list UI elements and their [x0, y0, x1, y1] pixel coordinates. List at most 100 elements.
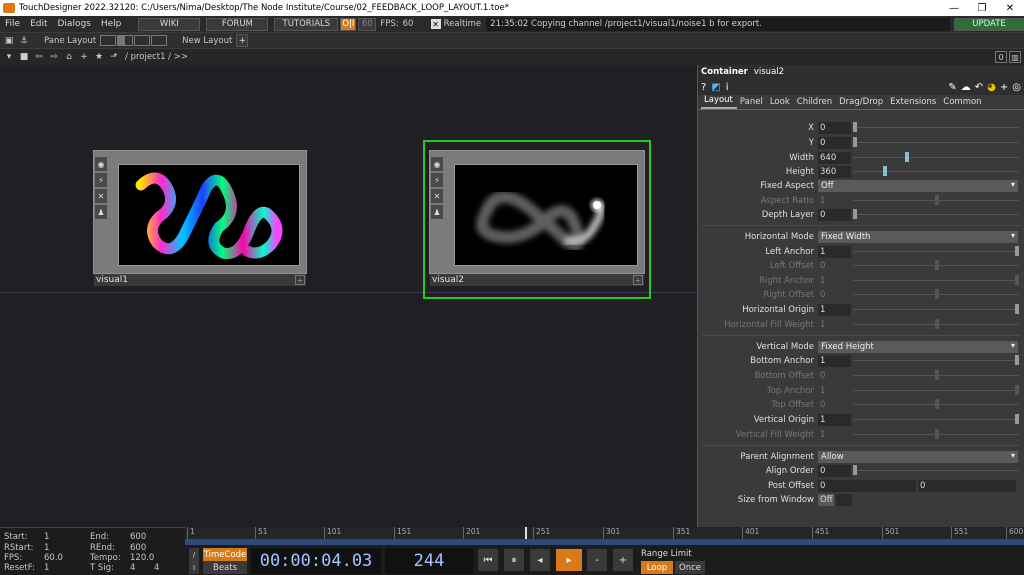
param-vertical-fill-weight[interactable]: Vertical Fill Weight 1 — [698, 428, 1024, 441]
edit-icon[interactable]: ✎ — [948, 82, 956, 93]
timecode-button[interactable]: TimeCode — [203, 548, 247, 561]
wiki-button[interactable]: WIKI — [138, 17, 201, 31]
bypass-icon[interactable]: ⚡ — [95, 173, 107, 187]
maximize-button[interactable]: ❐ — [968, 0, 996, 16]
param-slider[interactable] — [853, 260, 1019, 270]
param-width[interactable]: Width 640 — [698, 151, 1024, 164]
split-pane-icon[interactable]: ▥ — [1009, 51, 1021, 63]
add-icon[interactable]: + — [78, 51, 90, 63]
tab-extensions[interactable]: Extensions — [887, 97, 940, 109]
range-end-value[interactable]: 600 — [130, 532, 146, 542]
param-horizontal-origin[interactable]: Horizontal Origin 1 — [698, 303, 1024, 316]
viewer-icon[interactable]: ▣ — [3, 35, 15, 47]
param-size-from-window[interactable]: Size from Window Off — [698, 493, 1024, 506]
network-path[interactable]: / project1 / >> — [125, 52, 188, 62]
node-visual1[interactable]: ◉ ⚡ ✕ ♟ visual1 + — [93, 150, 307, 286]
param-slider[interactable] — [853, 304, 1019, 314]
param-slider[interactable] — [853, 209, 1019, 219]
layout-single-button[interactable] — [100, 35, 117, 46]
range-resetf-value[interactable]: 1 — [44, 563, 49, 573]
param-menu[interactable]: Fixed Width — [818, 230, 1018, 243]
update-button[interactable]: UPDATE — [954, 17, 1024, 31]
param-value[interactable]: 640 — [818, 151, 851, 164]
fps-cap[interactable]: 60 — [358, 17, 377, 31]
timecode-display[interactable]: 00:00:04.03 — [251, 548, 381, 574]
star-icon[interactable]: ★ — [93, 51, 105, 63]
param-horizontal-mode[interactable]: Horizontal Mode Fixed Width — [698, 230, 1024, 243]
layout-grid-button[interactable] — [151, 35, 168, 46]
python-icon[interactable]: ◕ — [987, 82, 996, 93]
param-value[interactable]: 0 — [818, 464, 851, 477]
play-reverse-icon[interactable]: ◂ — [530, 549, 550, 571]
lock-icon[interactable]: ♟ — [431, 205, 443, 219]
param-value[interactable]: 0 — [818, 479, 916, 492]
tab-panel[interactable]: Panel — [737, 97, 767, 109]
oi-button[interactable]: O|I — [340, 17, 357, 31]
target-icon[interactable]: ◎ — [1012, 82, 1021, 93]
viewer-toggle-icon[interactable]: ◉ — [431, 157, 443, 171]
range-start-value[interactable]: 1 — [44, 532, 49, 542]
param-slider[interactable] — [853, 137, 1019, 147]
menu-help[interactable]: Help — [96, 19, 127, 29]
range-tempo-value[interactable]: 120.0 — [130, 553, 154, 563]
param-vertical-origin[interactable]: Vertical Origin 1 — [698, 413, 1024, 426]
op-name[interactable]: visual2 — [754, 67, 784, 77]
range-tsig-value-2[interactable]: 4 — [154, 563, 159, 573]
param-slider[interactable] — [853, 429, 1019, 439]
range-rend-value[interactable]: 600 — [130, 543, 146, 553]
beats-button[interactable]: Beats — [203, 561, 247, 574]
param-aspect-ratio[interactable]: Aspect Ratio 1 — [698, 194, 1024, 207]
param-slider[interactable] — [853, 246, 1019, 256]
param-slider[interactable] — [853, 465, 1019, 475]
param-right-offset[interactable]: Right Offset 0 — [698, 288, 1024, 301]
param-align-order[interactable]: Align Order 0 — [698, 464, 1024, 477]
param-value[interactable]: 0 — [818, 260, 851, 272]
up-icon[interactable]: ⬏ — [108, 51, 120, 63]
param-vertical-mode[interactable]: Vertical Mode Fixed Height — [698, 340, 1024, 353]
minimize-button[interactable]: — — [940, 0, 968, 16]
node-label[interactable]: visual1 + — [94, 274, 306, 286]
param-value[interactable]: 1 — [818, 319, 851, 331]
param-bottom-anchor[interactable]: Bottom Anchor 1 — [698, 354, 1024, 367]
param-value-2[interactable]: 0 — [918, 479, 1016, 492]
layout-split-button[interactable] — [117, 35, 134, 46]
bypass-icon[interactable]: ⚡ — [431, 173, 443, 187]
param-top-offset[interactable]: Top Offset 0 — [698, 398, 1024, 411]
param-value[interactable]: 1 — [818, 354, 851, 367]
lock-icon[interactable]: ♟ — [95, 205, 107, 219]
timeline-range-bar[interactable] — [185, 539, 1024, 545]
range-start[interactable]: Start: — [4, 532, 28, 542]
param-value[interactable]: 1 — [818, 195, 851, 207]
node-visual2[interactable]: ◉ ⚡ ✕ ♟ visual2 + — [429, 150, 645, 286]
param-menu[interactable]: Fixed Height — [818, 340, 1018, 353]
param-left-offset[interactable]: Left Offset 0 — [698, 259, 1024, 272]
new-layout-button[interactable]: + — [236, 34, 249, 47]
tab-look[interactable]: Look — [767, 97, 794, 109]
help-icon[interactable]: ? — [701, 82, 706, 93]
delete-icon[interactable]: ✕ — [431, 189, 443, 203]
range-fps-value[interactable]: 60.0 — [44, 553, 63, 563]
home-icon[interactable]: ⌂ — [63, 51, 75, 63]
realtime-checkbox[interactable]: ✕ — [430, 19, 441, 29]
delete-icon[interactable]: ✕ — [95, 189, 107, 203]
param-y[interactable]: Y 0 — [698, 136, 1024, 149]
param-value[interactable]: 0 — [818, 370, 851, 382]
add-param-icon[interactable]: + — [1000, 82, 1008, 93]
param-value[interactable]: 1 — [818, 413, 851, 426]
playhead[interactable] — [525, 527, 527, 539]
param-slider[interactable] — [853, 275, 1019, 285]
tab-common[interactable]: Common — [940, 97, 985, 109]
play-forward-icon[interactable]: ▸ — [556, 549, 582, 571]
viewer-toggle-icon[interactable]: ◉ — [95, 157, 107, 171]
param-value[interactable]: 0 — [818, 208, 851, 221]
tutorials-button[interactable]: TUTORIALS — [274, 17, 339, 31]
toggle-off-box[interactable] — [836, 493, 852, 506]
menu-edit[interactable]: Edit — [25, 19, 52, 29]
param-slider[interactable] — [853, 355, 1019, 365]
param-horizontal-fill-weight[interactable]: Horizontal Fill Weight 1 — [698, 318, 1024, 331]
tab-drag-drop[interactable]: Drag/Drop — [836, 97, 887, 109]
menu-file[interactable]: File — [0, 19, 25, 29]
param-value[interactable]: 0 — [818, 136, 851, 149]
param-slider[interactable] — [853, 166, 1019, 176]
layout-split-v-button[interactable] — [134, 35, 151, 46]
